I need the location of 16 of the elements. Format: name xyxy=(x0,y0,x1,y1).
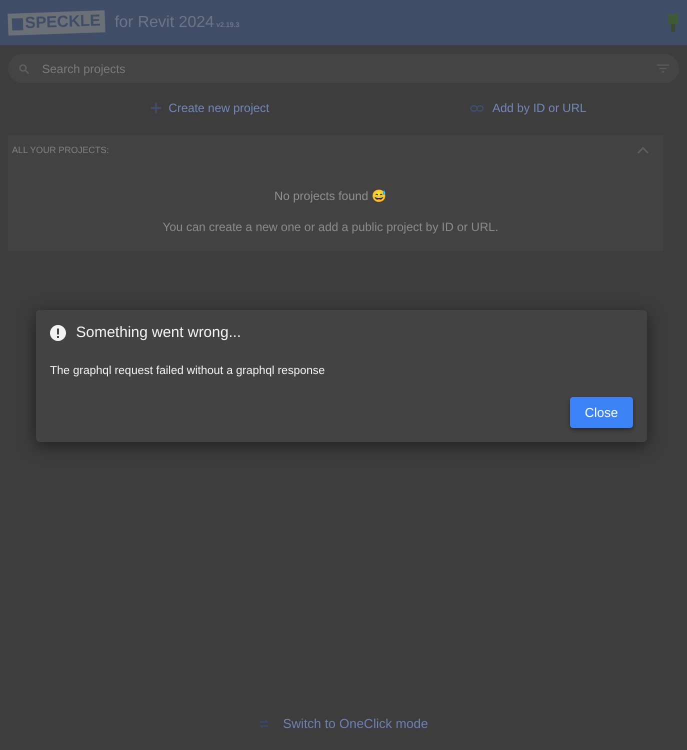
oneclick-mode-link[interactable]: Switch to OneClick mode xyxy=(252,715,434,732)
dialog-title: Something went wrong... xyxy=(76,324,242,341)
switch-icon xyxy=(258,718,269,728)
empty-title: No projects found 😅 xyxy=(273,189,388,203)
cube-icon xyxy=(12,18,24,30)
create-project-button[interactable]: Create new project xyxy=(146,97,274,119)
empty-message: You can create a new one or add a public project by ID or URL. xyxy=(162,220,500,234)
chevron-icon[interactable] xyxy=(637,146,649,154)
plus-icon xyxy=(150,103,161,113)
link-icon xyxy=(470,104,484,112)
add-by-url-button[interactable]: Add by ID or URL xyxy=(466,97,590,119)
search-icon xyxy=(18,62,30,74)
alert-icon xyxy=(50,324,66,340)
close-button[interactable]: Close xyxy=(570,397,633,428)
section-heading: ALL YOUR PROJECTS: xyxy=(12,145,110,155)
dialog-message: The graphql request failed without a graphql response xyxy=(50,365,326,377)
